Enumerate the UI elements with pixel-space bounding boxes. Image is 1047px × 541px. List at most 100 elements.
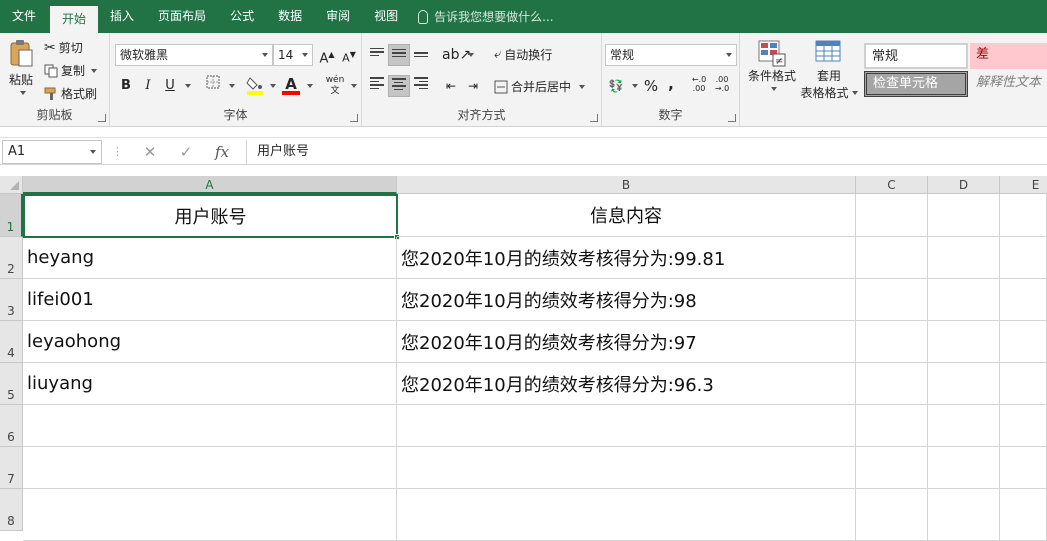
font-color-button[interactable]: A — [280, 73, 302, 95]
cell-c7[interactable] — [856, 447, 928, 489]
format-painter-button[interactable]: 格式刷 — [44, 85, 97, 102]
cell-d8[interactable] — [928, 489, 1000, 541]
cell-d1[interactable] — [928, 194, 1000, 237]
chevron-down-icon[interactable] — [307, 84, 313, 88]
tab-file[interactable]: 文件 — [0, 0, 48, 33]
cell-e3[interactable] — [1000, 279, 1047, 321]
cell-b8[interactable] — [397, 489, 856, 541]
cell-d3[interactable] — [928, 279, 1000, 321]
cell-e1[interactable] — [1000, 194, 1047, 237]
increase-decimal-icon[interactable]: ←.0.00 — [688, 75, 710, 97]
row-header-8[interactable]: 8 — [0, 489, 23, 531]
increase-indent-icon[interactable]: ⇥ — [462, 75, 484, 97]
name-box[interactable]: A1 — [2, 140, 102, 164]
column-header-e[interactable]: E — [1000, 176, 1047, 194]
style-normal[interactable]: 常规 — [864, 43, 968, 69]
cell-a1[interactable]: 用户账号 — [23, 194, 398, 238]
cell-e7[interactable] — [1000, 447, 1047, 489]
font-name-combo[interactable]: 微软雅黑 — [115, 44, 273, 66]
cell-e2[interactable] — [1000, 237, 1047, 279]
tab-review[interactable]: 审阅 — [314, 0, 362, 33]
chevron-down-icon[interactable] — [351, 84, 357, 88]
cut-button[interactable]: ✂ 剪切 — [44, 39, 83, 56]
cell-d7[interactable] — [928, 447, 1000, 489]
align-middle-icon[interactable] — [388, 44, 410, 66]
chevron-down-icon[interactable] — [468, 53, 474, 57]
dialog-launcher-icon[interactable] — [98, 114, 106, 122]
chevron-down-icon[interactable] — [632, 84, 638, 88]
confirm-icon[interactable]: ✓ — [168, 143, 204, 161]
decrease-indent-icon[interactable]: ⇤ — [440, 75, 462, 97]
row-header-7[interactable]: 7 — [0, 447, 23, 489]
cell-c8[interactable] — [856, 489, 928, 541]
formula-input[interactable]: 用户账号 — [246, 140, 1047, 164]
decrease-decimal-icon[interactable]: .00 →.0 — [711, 75, 733, 97]
cell-b3[interactable]: 您2020年10月的绩效考核得分为:98 — [397, 279, 856, 321]
cell-a3[interactable]: lifei001 — [23, 279, 397, 321]
select-all-button[interactable] — [0, 176, 23, 194]
italic-button[interactable]: I — [137, 75, 159, 97]
cell-d2[interactable] — [928, 237, 1000, 279]
wrap-text-button[interactable]: ⤶ 自动换行 — [494, 46, 552, 63]
tab-page-layout[interactable]: 页面布局 — [146, 0, 218, 33]
cell-a4[interactable]: leyaohong — [23, 321, 397, 363]
row-header-6[interactable]: 6 — [0, 405, 23, 447]
column-header-b[interactable]: B — [397, 176, 856, 194]
cell-a7[interactable] — [23, 447, 397, 489]
cell-b1[interactable]: 信息内容 — [397, 194, 856, 237]
tell-me-box[interactable]: 告诉我您想要做什么... — [418, 0, 554, 33]
align-top-icon[interactable] — [366, 44, 388, 66]
cell-a2[interactable]: heyang — [23, 237, 397, 279]
cell-a6[interactable] — [23, 405, 397, 447]
currency-icon[interactable]: 💱 — [605, 75, 627, 97]
bold-button[interactable]: B — [115, 75, 137, 97]
column-header-d[interactable]: D — [928, 176, 1000, 194]
column-header-a[interactable]: A — [23, 176, 397, 194]
tab-data[interactable]: 数据 — [266, 0, 314, 33]
row-header-5[interactable]: 5 — [0, 363, 23, 405]
merge-center-button[interactable]: 合并后居中 — [494, 78, 586, 95]
tab-insert[interactable]: 插入 — [98, 0, 146, 33]
cell-c1[interactable] — [856, 194, 928, 237]
tab-view[interactable]: 视图 — [362, 0, 410, 33]
cell-c3[interactable] — [856, 279, 928, 321]
splitter-icon[interactable]: ⋮ — [112, 145, 123, 158]
cell-d6[interactable] — [928, 405, 1000, 447]
conditional-format-button[interactable]: ≠ 条件格式 — [746, 39, 798, 91]
paste-button[interactable]: 粘贴 — [6, 39, 36, 95]
align-left-icon[interactable] — [366, 75, 388, 97]
cell-b7[interactable] — [397, 447, 856, 489]
cell-e6[interactable] — [1000, 405, 1047, 447]
cell-a8[interactable] — [23, 489, 397, 541]
tab-home[interactable]: 开始 — [50, 6, 99, 33]
cell-c5[interactable] — [856, 363, 928, 405]
row-header-4[interactable]: 4 — [0, 321, 23, 363]
cell-c4[interactable] — [856, 321, 928, 363]
cell-e4[interactable] — [1000, 321, 1047, 363]
comma-button[interactable]: , — [660, 73, 682, 95]
format-as-table-button[interactable]: 套用 表格格式 — [798, 39, 860, 101]
cell-c2[interactable] — [856, 237, 928, 279]
dialog-launcher-icon[interactable] — [590, 114, 598, 122]
chevron-down-icon[interactable] — [270, 84, 276, 88]
chevron-down-icon[interactable] — [185, 84, 191, 88]
align-center-icon[interactable] — [388, 75, 410, 97]
align-bottom-icon[interactable] — [410, 44, 432, 66]
dialog-launcher-icon[interactable] — [728, 114, 736, 122]
column-header-c[interactable]: C — [856, 176, 928, 194]
fill-color-icon[interactable] — [244, 75, 266, 97]
cell-b5[interactable]: 您2020年10月的绩效考核得分为:96.3 — [397, 363, 856, 405]
style-explanatory[interactable]: 解释性文本 — [970, 71, 1047, 97]
dialog-launcher-icon[interactable] — [350, 114, 358, 122]
orientation-icon[interactable]: ab↗ — [442, 44, 471, 66]
style-bad[interactable]: 差 — [970, 43, 1047, 69]
row-header-2[interactable]: 2 — [0, 237, 23, 279]
phonetic-icon[interactable]: wén 文 — [324, 75, 346, 97]
cell-d4[interactable] — [928, 321, 1000, 363]
cell-a5[interactable]: liuyang — [23, 363, 397, 405]
cell-d5[interactable] — [928, 363, 1000, 405]
row-header-3[interactable]: 3 — [0, 279, 23, 321]
number-format-combo[interactable]: 常规 — [605, 44, 737, 66]
border-icon[interactable] — [202, 75, 224, 97]
chevron-down-icon[interactable] — [229, 84, 235, 88]
